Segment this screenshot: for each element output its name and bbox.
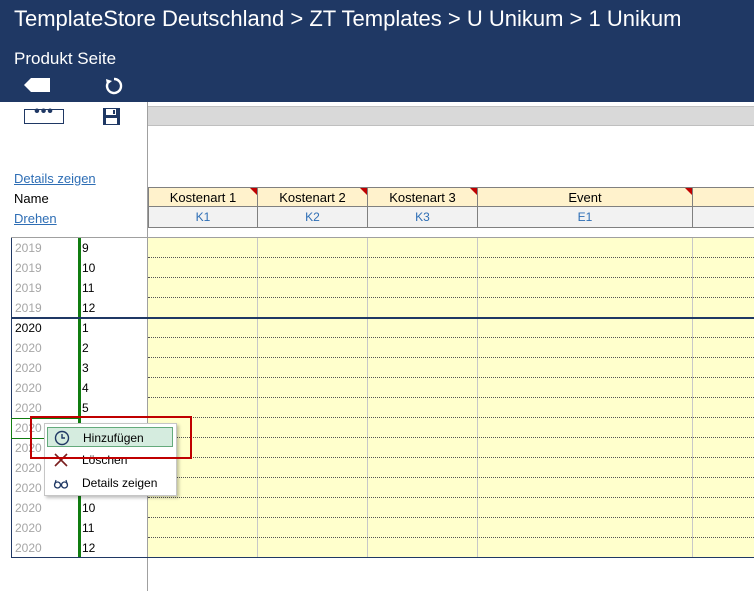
column-header-label: Kostenart 1 bbox=[169, 190, 237, 205]
grid-divider bbox=[257, 238, 258, 558]
breadcrumb: TemplateStore Deutschland > ZT Templates… bbox=[14, 6, 682, 31]
row-month: 1 bbox=[82, 321, 89, 335]
column-header[interactable]: Kostenart 3 bbox=[368, 187, 478, 207]
column-header[interactable]: Kostenart 2 bbox=[258, 187, 368, 207]
table-row[interactable]: 2020 2 bbox=[12, 338, 148, 358]
row-year: 2019 bbox=[15, 241, 42, 255]
row-month: 12 bbox=[82, 301, 96, 315]
row-year: 2020 bbox=[15, 401, 42, 415]
row-divider bbox=[148, 417, 754, 418]
row-divider bbox=[148, 457, 754, 458]
column-header-label: Kostenart 2 bbox=[279, 190, 346, 205]
row-year: 2020 bbox=[15, 541, 42, 555]
row-divider bbox=[148, 437, 754, 438]
row-divider bbox=[148, 257, 754, 258]
row-year: 2020 bbox=[15, 341, 42, 355]
row-year: 2020 bbox=[15, 521, 42, 535]
app-header: TemplateStore Deutschland > ZT Templates… bbox=[0, 0, 754, 102]
row-divider bbox=[148, 537, 754, 538]
grid-divider bbox=[367, 238, 368, 558]
row-month: 5 bbox=[82, 401, 89, 415]
row-divider bbox=[148, 477, 754, 478]
row-divider bbox=[148, 377, 754, 378]
more-options-label: ••• bbox=[34, 103, 54, 120]
table-row[interactable]: 2019 11 bbox=[12, 278, 148, 298]
row-year: 2020 bbox=[15, 501, 42, 515]
row-year: 2020 bbox=[15, 461, 42, 475]
row-year: 2020 bbox=[15, 381, 42, 395]
row-month: 2 bbox=[82, 341, 89, 355]
data-grid[interactable] bbox=[148, 238, 754, 558]
row-divider bbox=[148, 357, 754, 358]
column-code[interactable] bbox=[693, 207, 754, 228]
row-year: 2020 bbox=[15, 361, 42, 375]
column-header[interactable] bbox=[693, 187, 754, 207]
table-row[interactable]: 2019 12 bbox=[12, 298, 148, 318]
table-row[interactable]: 2020 5 bbox=[12, 398, 148, 418]
column-header[interactable]: Kostenart 1 bbox=[148, 187, 258, 207]
table-row[interactable]: 2020 3 bbox=[12, 358, 148, 378]
name-label: Name bbox=[14, 191, 49, 206]
page-title: Produkt Seite bbox=[14, 49, 117, 68]
table-row[interactable]: 2020 1 bbox=[12, 318, 148, 338]
comment-marker-icon bbox=[250, 188, 257, 195]
row-month: 11 bbox=[82, 281, 95, 295]
column-header-label: Event bbox=[568, 190, 602, 205]
column-header[interactable]: Event bbox=[478, 187, 693, 207]
column-code[interactable]: K3 bbox=[368, 207, 478, 228]
toolbar-strip bbox=[148, 106, 754, 126]
table-row[interactable]: 2020 12 bbox=[12, 538, 148, 558]
grid-divider bbox=[692, 238, 693, 558]
column-code[interactable]: K1 bbox=[148, 207, 258, 228]
row-year: 2019 bbox=[15, 301, 42, 315]
table-row[interactable]: 2020 11 bbox=[12, 518, 148, 538]
highlight-box bbox=[30, 416, 192, 459]
more-options-button[interactable]: ••• bbox=[24, 103, 64, 124]
row-divider bbox=[148, 337, 754, 338]
grid-divider bbox=[477, 238, 478, 558]
row-divider bbox=[148, 277, 754, 278]
back-arrow-icon[interactable] bbox=[24, 78, 50, 92]
row-divider bbox=[148, 517, 754, 518]
comment-marker-icon bbox=[685, 188, 692, 195]
comment-marker-icon bbox=[470, 188, 477, 195]
row-year: 2019 bbox=[15, 261, 42, 275]
row-month: 10 bbox=[82, 501, 96, 515]
menu-item-details[interactable]: Details zeigen bbox=[47, 473, 173, 493]
row-month: 3 bbox=[82, 361, 89, 375]
comment-marker-icon bbox=[360, 188, 367, 195]
menu-item-label: Details zeigen bbox=[82, 476, 158, 490]
table-row[interactable]: 2019 9 bbox=[12, 238, 148, 258]
row-month: 11 bbox=[82, 521, 95, 535]
table-row[interactable]: 2019 10 bbox=[12, 258, 148, 278]
row-month: 12 bbox=[82, 541, 96, 555]
table-row[interactable]: 2020 10 bbox=[12, 498, 148, 518]
row-divider bbox=[148, 297, 754, 298]
row-divider bbox=[148, 497, 754, 498]
refresh-icon[interactable] bbox=[104, 76, 124, 96]
save-icon[interactable] bbox=[102, 107, 121, 126]
row-year: 2020 bbox=[15, 321, 42, 335]
row-month: 10 bbox=[82, 261, 96, 275]
row-year: 2020 bbox=[15, 481, 42, 495]
column-code[interactable]: K2 bbox=[258, 207, 368, 228]
row-divider bbox=[148, 397, 754, 398]
table-row[interactable]: 2020 4 bbox=[12, 378, 148, 398]
row-year: 2019 bbox=[15, 281, 42, 295]
details-link[interactable]: Details zeigen bbox=[14, 171, 96, 186]
rotate-link[interactable]: Drehen bbox=[14, 211, 57, 226]
column-code[interactable]: E1 bbox=[478, 207, 693, 228]
column-header-label: Kostenart 3 bbox=[389, 190, 456, 205]
glasses-icon bbox=[53, 479, 69, 489]
row-month: 4 bbox=[82, 381, 89, 395]
row-month: 9 bbox=[82, 241, 89, 255]
